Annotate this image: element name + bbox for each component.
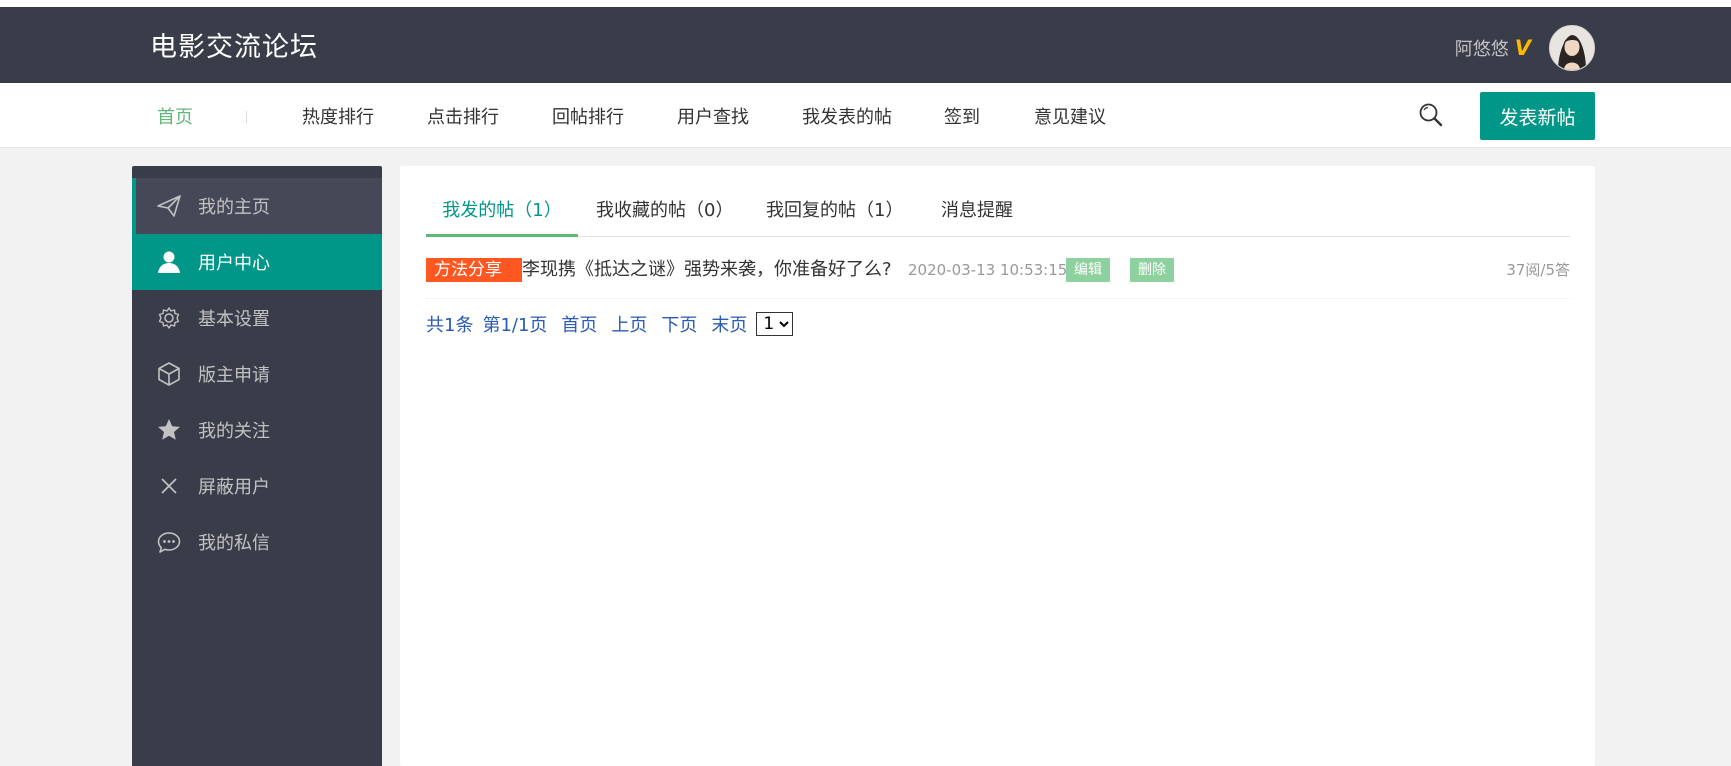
sidebar-item-label: 用户中心 <box>198 253 270 274</box>
post-list-item: 方法分享 李现携《抵达之谜》强势来袭，你准备好了么? 2020-03-13 10… <box>426 258 1570 299</box>
post-timestamp: 2020-03-13 10:53:15 <box>908 261 1068 279</box>
nav-user-search[interactable]: 用户查找 <box>677 103 749 129</box>
pager-last-link[interactable]: 末页 <box>711 311 747 337</box>
top-strip <box>0 0 1731 7</box>
search-icon[interactable] <box>1417 101 1445 129</box>
post-tabs: 我发的帖（1） 我收藏的帖（0） 我回复的帖（1） 消息提醒 <box>426 166 1570 237</box>
cube-icon <box>156 361 182 387</box>
pager-first-link[interactable]: 首页 <box>561 311 597 337</box>
post-stats: 37阅/5答 <box>1506 261 1570 279</box>
tab-label: 我回复的帖（1） <box>766 200 904 221</box>
edit-button[interactable]: 编辑 <box>1066 258 1110 282</box>
pager-total: 共1条 <box>426 315 474 336</box>
close-icon <box>156 473 182 499</box>
chat-icon <box>156 529 182 555</box>
sidebar-item-my-follows[interactable]: 我的关注 <box>132 402 382 458</box>
sidebar-item-label: 我的主页 <box>198 197 270 218</box>
nav-click-ranking[interactable]: 点击排行 <box>427 103 499 129</box>
sidebar-item-user-center[interactable]: 用户中心 <box>132 234 382 290</box>
user-area[interactable]: 阿悠悠 V <box>1455 25 1595 71</box>
new-post-button[interactable]: 发表新帖 <box>1480 92 1595 140</box>
sidebar-item-blocked-users[interactable]: 屏蔽用户 <box>132 458 382 514</box>
avatar-image <box>1550 26 1594 70</box>
sidebar-item-label: 我的私信 <box>198 533 270 554</box>
paper-plane-icon <box>156 193 182 219</box>
sidebar-item-label: 屏蔽用户 <box>198 477 270 498</box>
tab-my-replies[interactable]: 我回复的帖（1） <box>766 196 903 234</box>
post-title[interactable]: 李现携《抵达之谜》强势来袭，你准备好了么? <box>522 258 892 282</box>
pagination: 共1条 第1/1页 首页 上页 下页 末页 1 <box>426 310 794 338</box>
main-panel: 我发的帖（1） 我收藏的帖（0） 我回复的帖（1） 消息提醒 方法分享 李现携《… <box>400 166 1595 766</box>
header: 电影交流论坛 阿悠悠 V <box>0 7 1731 83</box>
site-logo[interactable]: 电影交流论坛 <box>150 25 318 64</box>
sidebar-item-moderator-apply[interactable]: 版主申请 <box>132 346 382 402</box>
tab-my-posts[interactable]: 我发的帖（1） <box>426 196 578 237</box>
pager-prev-link[interactable]: 上页 <box>611 311 647 337</box>
sidebar-item-private-messages[interactable]: 我的私信 <box>132 514 382 570</box>
sidebar-item-my-home[interactable]: 我的主页 <box>132 178 382 234</box>
gear-icon <box>156 305 182 331</box>
tab-my-favorites[interactable]: 我收藏的帖（0） <box>596 196 733 234</box>
nav-divider <box>246 111 247 123</box>
star-icon <box>156 417 182 443</box>
pager-page-info: 第1/1页 <box>482 315 548 336</box>
nav-sign-in[interactable]: 签到 <box>944 103 980 129</box>
nav-feedback[interactable]: 意见建议 <box>1034 103 1106 129</box>
sidebar-item-label: 版主申请 <box>198 365 270 386</box>
sidebar-item-label: 基本设置 <box>198 309 270 330</box>
tab-label: 我收藏的帖（0） <box>596 200 734 221</box>
delete-button[interactable]: 删除 <box>1130 258 1174 282</box>
category-tag[interactable]: 方法分享 <box>426 258 522 282</box>
page-select[interactable]: 1 <box>756 312 794 336</box>
nav-my-posts[interactable]: 我发表的帖 <box>802 103 892 129</box>
avatar[interactable] <box>1549 25 1595 71</box>
tab-label: 消息提醒 <box>941 200 1013 221</box>
vip-badge: V <box>1514 36 1531 60</box>
nav-home[interactable]: 首页 <box>157 103 193 129</box>
nav-hot-ranking[interactable]: 热度排行 <box>302 103 374 129</box>
nav-reply-ranking[interactable]: 回帖排行 <box>552 103 624 129</box>
main-nav: 首页 热度排行 点击排行 回帖排行 用户查找 我发表的帖 签到 意见建议 发表新… <box>0 83 1731 148</box>
user-name[interactable]: 阿悠悠 <box>1455 35 1509 61</box>
sidebar: 我的主页 用户中心 基本设置 版主申请 我的关注 屏蔽用户 我的私信 <box>132 166 382 766</box>
tab-notifications[interactable]: 消息提醒 <box>941 196 1013 234</box>
pager-next-link[interactable]: 下页 <box>661 311 697 337</box>
user-icon <box>156 249 182 275</box>
sidebar-item-basic-settings[interactable]: 基本设置 <box>132 290 382 346</box>
tab-label: 我发的帖（1） <box>442 200 562 221</box>
sidebar-item-label: 我的关注 <box>198 421 270 442</box>
